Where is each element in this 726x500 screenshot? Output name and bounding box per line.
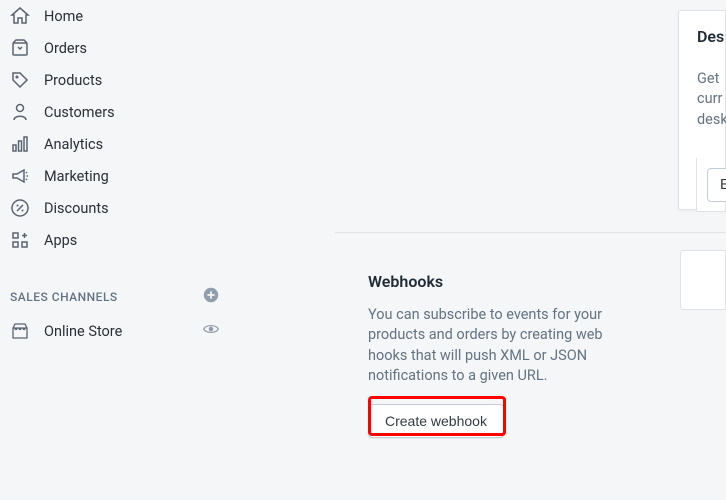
tag-icon — [10, 70, 30, 90]
section-divider — [335, 232, 726, 233]
person-icon — [10, 102, 30, 122]
right-lower-panel — [680, 250, 726, 310]
sidebar-item-discounts[interactable]: Discounts — [0, 192, 230, 224]
sidebar-item-label: Home — [44, 8, 83, 25]
sidebar-item-customers[interactable]: Customers — [0, 96, 230, 128]
sidebar-item-label: Marketing — [44, 168, 109, 185]
bar-chart-icon — [10, 134, 30, 154]
sidebar-item-analytics[interactable]: Analytics — [0, 128, 230, 160]
right-panel-text: Get curr desk — [697, 69, 726, 130]
sidebar-item-label: Products — [44, 72, 102, 89]
home-icon — [10, 6, 30, 26]
apps-grid-icon — [10, 230, 30, 250]
add-channel-icon[interactable] — [202, 286, 220, 308]
discount-icon — [10, 198, 30, 218]
sidebar-item-label: Orders — [44, 40, 87, 57]
sidebar-item-online-store[interactable]: Online Store — [0, 314, 230, 348]
store-icon — [10, 321, 30, 341]
orders-icon — [10, 38, 30, 58]
sidebar-item-apps[interactable]: Apps — [0, 224, 230, 256]
sidebar-item-products[interactable]: Products — [0, 64, 230, 96]
sidebar-item-label: Customers — [44, 104, 115, 121]
sidebar-item-label: Discounts — [44, 200, 109, 217]
megaphone-icon — [10, 166, 30, 186]
create-webhook-button[interactable]: Create webhook — [368, 404, 504, 438]
sidebar-item-orders[interactable]: Orders — [0, 32, 230, 64]
right-panel-button[interactable]: En — [707, 168, 726, 202]
right-panel-button-area: En — [696, 158, 726, 212]
eye-icon[interactable] — [202, 320, 220, 342]
webhooks-description: You can subscribe to events for your pro… — [368, 305, 628, 386]
sidebar: Home Orders Products Customers Analytics… — [0, 0, 230, 500]
sidebar-item-label: Apps — [44, 232, 77, 249]
sales-channels-title: SALES CHANNELS — [10, 290, 118, 304]
sidebar-item-label: Online Store — [44, 323, 122, 340]
webhooks-section: Webhooks You can subscribe to events for… — [368, 272, 628, 438]
sidebar-item-home[interactable]: Home — [0, 0, 230, 32]
sidebar-item-marketing[interactable]: Marketing — [0, 160, 230, 192]
sidebar-item-label: Analytics — [44, 136, 103, 153]
webhooks-title: Webhooks — [368, 272, 628, 291]
sales-channels-header: SALES CHANNELS — [0, 276, 230, 314]
right-panel-title: Des — [697, 27, 724, 46]
